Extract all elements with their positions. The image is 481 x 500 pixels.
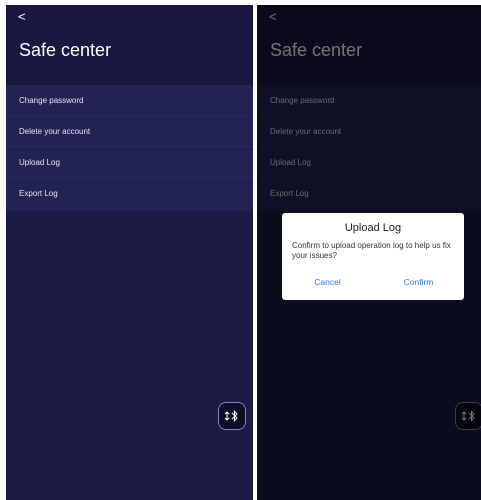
page-title: Safe center (19, 40, 112, 60)
bluetooth-button[interactable] (218, 402, 246, 430)
safe-center-screen: < Safe center Change password Delete you… (6, 5, 253, 500)
dialog-actions: Cancel Confirm (282, 276, 464, 288)
cancel-button[interactable]: Cancel (282, 276, 373, 288)
dialog-title: Upload Log (344, 222, 402, 234)
header: < Safe center (6, 5, 253, 85)
menu-item-delete-account[interactable]: Delete your account (6, 116, 253, 147)
settings-menu: Change password Delete your account Uplo… (6, 85, 253, 211)
dialog-message: Confirm to upload operation log to help … (292, 241, 451, 260)
upload-log-dialog: Upload Log Confirm to upload operation l… (282, 213, 464, 300)
bluetooth-sort-icon (224, 410, 238, 422)
menu-item-upload-log[interactable]: Upload Log (6, 147, 253, 178)
confirm-button[interactable]: Confirm (373, 276, 464, 288)
menu-item-export-log[interactable]: Export Log (6, 178, 253, 209)
back-button[interactable]: < (18, 10, 26, 24)
menu-item-change-password[interactable]: Change password (6, 85, 253, 116)
safe-center-screen-dialog: < Safe center Change password Delete you… (257, 5, 481, 500)
